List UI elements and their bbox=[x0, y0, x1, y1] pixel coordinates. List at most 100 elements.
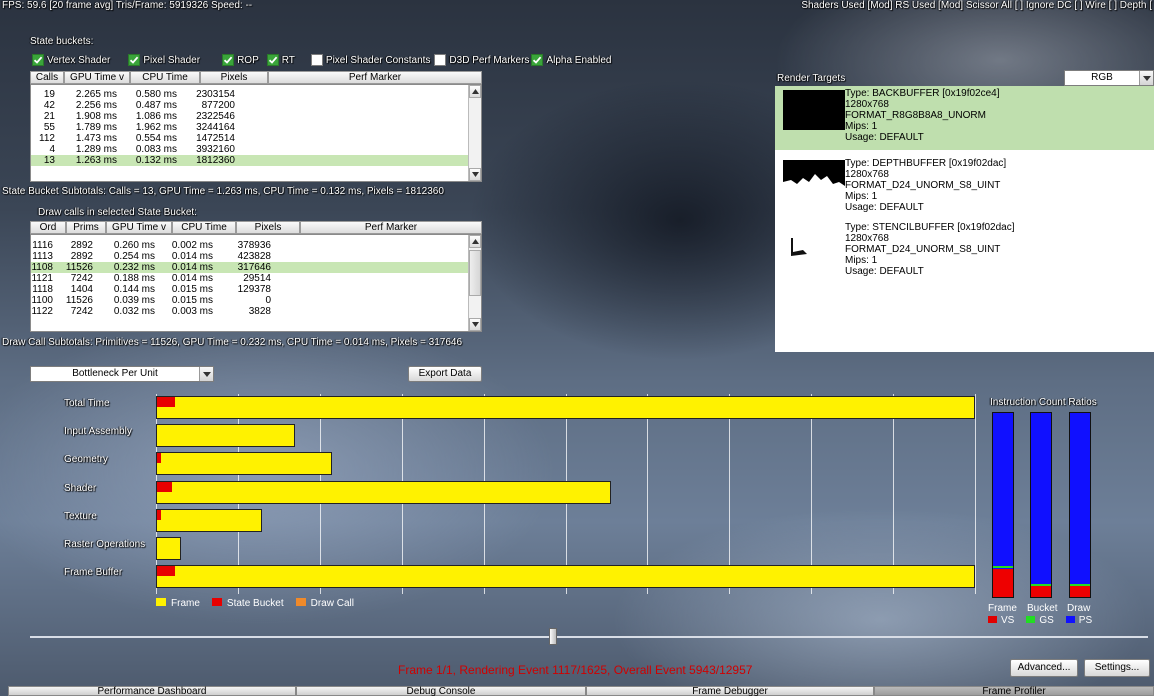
state-buckets-title: State buckets: bbox=[30, 36, 94, 47]
category-label: Geometry bbox=[64, 454, 108, 466]
state-bucket-bar bbox=[157, 453, 161, 464]
instruction-ratio-title: Instruction Count Ratios bbox=[990, 397, 1097, 408]
state-bucket-table-header: Calls GPU Time v CPU Time Pixels Perf Ma… bbox=[30, 71, 482, 84]
frame-bar bbox=[156, 424, 296, 448]
scroll-thumb[interactable] bbox=[469, 250, 481, 296]
state-bucket-subtotals: State Bucket Subtotals: Calls = 13, GPU … bbox=[2, 186, 444, 197]
state-bucket-bar bbox=[157, 481, 172, 492]
rt-checkbox[interactable]: RT bbox=[266, 54, 295, 66]
table-row[interactable]: 1108 11526 0.232 ms 0.014 ms 317646 bbox=[31, 262, 468, 273]
checkmark-icon bbox=[266, 54, 279, 66]
state-bucket-bar bbox=[157, 509, 161, 520]
draw-call-scrollbar[interactable] bbox=[468, 235, 481, 331]
top-status-bar: FPS: 59.6 [20 frame avg] Tris/Frame: 591… bbox=[0, 0, 1154, 14]
table-row[interactable]: 19 2.265 ms 0.580 ms 2303154 bbox=[31, 89, 468, 100]
table-row[interactable]: 1116 2892 0.260 ms 0.002 ms 378936 bbox=[31, 240, 468, 251]
ratio-bar-frame bbox=[992, 412, 1014, 598]
legend-frame: Frame bbox=[156, 598, 200, 609]
col-prims[interactable]: Prims bbox=[66, 221, 106, 234]
render-target-item[interactable]: Type: BACKBUFFER [0x19f02ce4] 1280x768 F… bbox=[775, 86, 1154, 150]
state-bucket-table: 19 2.265 ms 0.580 ms 2303154 42 2.256 ms 0.487… bbox=[30, 84, 482, 182]
col-perf-marker[interactable]: Perf Marker bbox=[268, 71, 482, 84]
tab-frame-profiler[interactable]: Frame Profiler bbox=[874, 686, 1154, 696]
table-row[interactable]: 4 1.289 ms 0.083 ms 3932160 bbox=[31, 144, 468, 155]
checkmark-icon bbox=[531, 54, 544, 66]
scroll-up-icon[interactable] bbox=[469, 235, 481, 248]
table-row[interactable]: 1118 1404 0.144 ms 0.015 ms 129378 bbox=[31, 284, 468, 295]
state-bucket-rows: 19 2.265 ms 0.580 ms 2303154 42 2.256 ms 0.487… bbox=[31, 85, 468, 181]
frame-bar bbox=[156, 480, 611, 504]
ratio-label-draw: Draw bbox=[1067, 603, 1091, 614]
category-label: Shader bbox=[64, 482, 97, 494]
scroll-up-icon[interactable] bbox=[469, 85, 481, 98]
table-row[interactable]: 1121 7242 0.188 ms 0.014 ms 29514 bbox=[31, 273, 468, 284]
checkmark-icon bbox=[222, 54, 235, 66]
depthbuffer-thumbnail bbox=[783, 160, 845, 200]
settings-button[interactable]: Settings... bbox=[1084, 659, 1150, 677]
tab-performance-dashboard[interactable]: Performance Dashboard bbox=[8, 686, 296, 696]
grid-line bbox=[811, 394, 813, 594]
chart-legend: Frame State Bucket Draw Call bbox=[156, 598, 354, 609]
table-row[interactable]: 42 2.256 ms 0.487 ms 877200 bbox=[31, 100, 468, 111]
pixel-shader-constants-checkbox[interactable]: Pixel Shader Constants bbox=[310, 54, 430, 66]
rop-checkbox[interactable]: ROP bbox=[222, 54, 259, 66]
col-pixels[interactable]: Pixels bbox=[200, 71, 268, 84]
render-target-item[interactable]: Type: STENCILBUFFER [0x19f02dac] 1280x76… bbox=[775, 220, 1154, 284]
alpha-enabled-checkbox[interactable]: Alpha Enabled bbox=[531, 54, 612, 66]
chevron-down-icon bbox=[199, 367, 213, 381]
col-ord[interactable]: Ord bbox=[30, 221, 66, 234]
state-bucket-scrollbar[interactable] bbox=[468, 85, 481, 181]
col-pixels[interactable]: Pixels bbox=[236, 221, 300, 234]
chevron-down-icon bbox=[1139, 71, 1153, 85]
col-gpu-time[interactable]: GPU Time v bbox=[64, 71, 130, 84]
col-cpu-time[interactable]: CPU Time bbox=[172, 221, 236, 234]
ratio-bar-bucket bbox=[1030, 412, 1052, 598]
category-label: Input Assembly bbox=[64, 426, 132, 438]
table-row[interactable]: 1122 7242 0.032 ms 0.003 ms 3828 bbox=[31, 306, 468, 317]
pixel-shader-checkbox[interactable]: Pixel Shader bbox=[128, 54, 200, 66]
ratio-legend: VS GS PS bbox=[988, 615, 1092, 626]
scroll-down-icon[interactable] bbox=[469, 318, 481, 331]
frame-timeline-track[interactable] bbox=[30, 636, 1148, 638]
render-target-list[interactable]: Type: BACKBUFFER [0x19f02ce4] 1280x768 F… bbox=[775, 86, 1154, 352]
category-label: Texture bbox=[64, 510, 97, 522]
frame-bar bbox=[156, 565, 975, 589]
frame-bar bbox=[156, 508, 263, 532]
d3d-perf-markers-checkbox[interactable]: D3D Perf Markers bbox=[434, 54, 529, 66]
col-gpu-time[interactable]: GPU Time v bbox=[106, 221, 172, 234]
table-row[interactable]: 21 1.908 ms 1.086 ms 2322546 bbox=[31, 111, 468, 122]
table-row[interactable]: 55 1.789 ms 1.962 ms 3244164 bbox=[31, 122, 468, 133]
advanced-button[interactable]: Advanced... bbox=[1010, 659, 1078, 677]
export-data-button[interactable]: Export Data bbox=[408, 366, 482, 382]
bottleneck-select[interactable]: Bottleneck Per Unit bbox=[30, 366, 214, 382]
backbuffer-thumbnail bbox=[783, 90, 845, 130]
tab-frame-debugger[interactable]: Frame Debugger bbox=[586, 686, 874, 696]
col-perf-marker[interactable]: Perf Marker bbox=[300, 221, 482, 234]
grid-line bbox=[729, 394, 731, 594]
render-target-item[interactable]: Type: DEPTHBUFFER [0x19f02dac] 1280x768 … bbox=[775, 156, 1154, 220]
checkmark-icon bbox=[32, 54, 44, 66]
grid-line bbox=[975, 394, 976, 594]
table-row[interactable]: 112 1.473 ms 0.554 ms 1472514 bbox=[31, 133, 468, 144]
vertex-shader-checkbox[interactable]: Vertex Shader bbox=[32, 54, 110, 66]
frame-bar bbox=[156, 452, 333, 476]
table-row[interactable]: 1100 11526 0.039 ms 0.015 ms 0 bbox=[31, 295, 468, 306]
render-toggles[interactable]: Shaders Used [Mod] RS Used [Mod] Scissor… bbox=[801, 0, 1152, 12]
tab-debug-console[interactable]: Debug Console bbox=[296, 686, 586, 696]
ratio-label-frame: Frame bbox=[988, 603, 1017, 614]
legend-state-bucket: State Bucket bbox=[211, 598, 284, 609]
frame-bar bbox=[156, 396, 975, 419]
col-calls[interactable]: Calls bbox=[30, 71, 64, 84]
table-row[interactable]: 13 1.263 ms 0.132 ms 1812360 bbox=[31, 155, 468, 166]
table-row[interactable]: 1113 2892 0.254 ms 0.014 ms 423828 bbox=[31, 251, 468, 262]
fps-readout: FPS: 59.6 [20 frame avg] Tris/Frame: 591… bbox=[2, 0, 253, 11]
frame-status: Frame 1/1, Rendering Event 1117/1625, Ov… bbox=[398, 663, 753, 677]
state-bucket-filters: Vertex Shader Pixel Shader ROP RT Pixel … bbox=[32, 54, 620, 66]
render-target-format-select[interactable]: RGB bbox=[1064, 70, 1154, 86]
col-cpu-time[interactable]: CPU Time bbox=[130, 71, 200, 84]
scroll-down-icon[interactable] bbox=[469, 168, 481, 181]
legend-draw-call: Draw Call bbox=[295, 598, 354, 609]
frame-timeline-thumb[interactable] bbox=[548, 628, 557, 645]
draw-call-table: 1116 2892 0.260 ms 0.002 ms 378936 1113 2892 0.… bbox=[30, 234, 482, 332]
frame-bar bbox=[156, 537, 181, 560]
